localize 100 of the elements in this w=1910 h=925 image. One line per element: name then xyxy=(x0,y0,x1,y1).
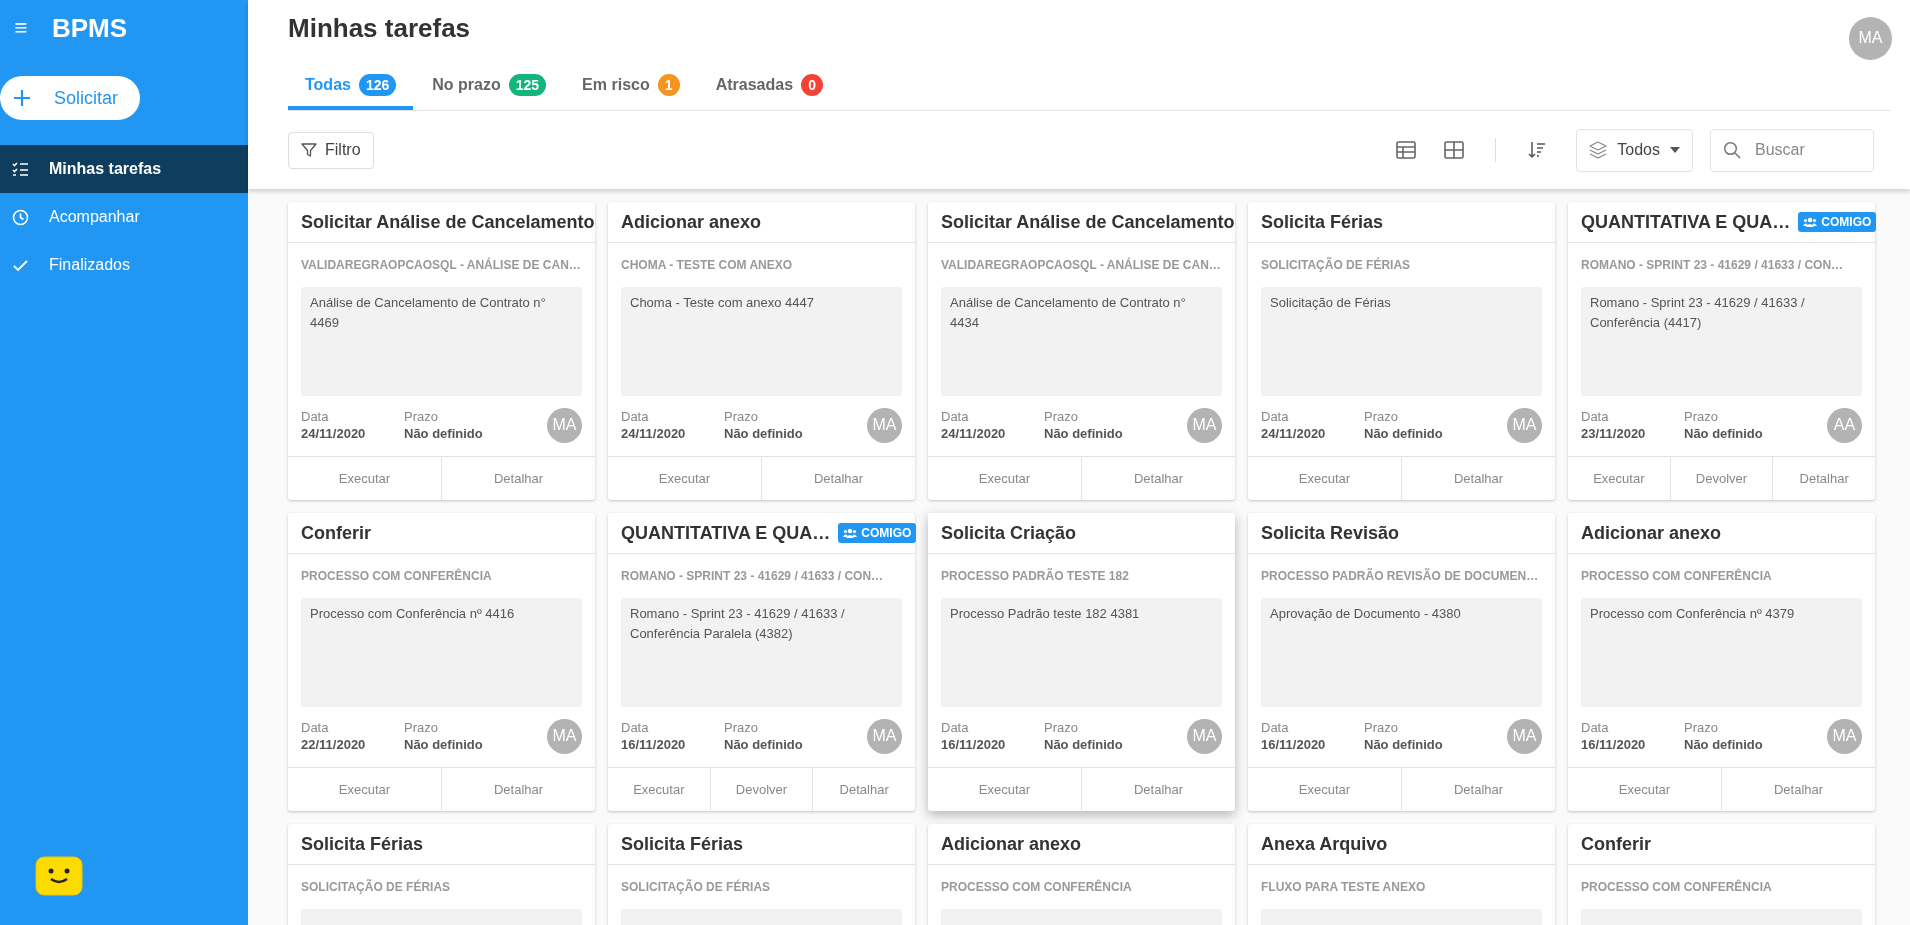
user-avatar: AA xyxy=(1827,407,1862,443)
description-box: Solicitação de Férias xyxy=(1261,287,1542,396)
action-button[interactable]: Executar xyxy=(288,768,441,811)
layers-icon xyxy=(1589,141,1608,159)
user-avatar: MA xyxy=(1507,718,1542,754)
grid-view-icon xyxy=(1444,141,1465,159)
count-badge: 126 xyxy=(358,74,397,96)
search-field[interactable]: Buscar xyxy=(1710,128,1874,172)
process-name: PROCESSO COM CONFERÊNCIA xyxy=(301,567,492,585)
action-button[interactable]: Detalhar xyxy=(1401,768,1555,811)
new-request-button[interactable]: Solicitar xyxy=(0,76,140,120)
search-icon xyxy=(1723,140,1741,159)
date-value: 24/11/2020 xyxy=(1261,424,1327,442)
date-label: Data xyxy=(941,408,970,425)
action-button[interactable]: Executar xyxy=(928,457,1081,500)
clock-icon xyxy=(12,208,29,226)
action-button[interactable]: Executar xyxy=(608,768,710,811)
description-box: Processo Padrão teste 182 4381 xyxy=(941,598,1222,707)
process-name: SOLICITAÇÃO DE FÉRIAS xyxy=(621,878,771,896)
date-value: 16/11/2020 xyxy=(1261,735,1327,753)
action-button[interactable]: Detalhar xyxy=(1081,768,1235,811)
deadline-value: Não definido xyxy=(1044,735,1124,753)
action-button[interactable]: Executar xyxy=(1568,768,1721,811)
user-avatar[interactable]: MA xyxy=(1849,16,1892,60)
description-box: Análise de Cancelamento de Contrato n° 4469 xyxy=(301,287,582,396)
count-badge: 125 xyxy=(508,74,547,96)
date-label: Data xyxy=(941,719,970,736)
process-name: PROCESSO COM CONFERÊNCIA xyxy=(1581,567,1772,585)
action-button[interactable]: Devolver xyxy=(1669,457,1773,500)
deadline-label: Prazo xyxy=(1364,408,1399,425)
action-button[interactable]: Detalhar xyxy=(761,457,915,500)
filter-tab[interactable]: Todas 126 xyxy=(288,64,414,110)
deadline-value: Não definido xyxy=(724,735,804,753)
action-button[interactable]: Detalhar xyxy=(1401,457,1555,500)
user-avatar: MA xyxy=(547,407,582,443)
action-button[interactable]: Detalhar xyxy=(1772,457,1875,500)
action-button[interactable]: Executar xyxy=(1568,457,1670,500)
process-name: CHOMA - TESTE COM ANEXO xyxy=(621,257,793,274)
description-box: Processo com Conferência nº 4416 xyxy=(301,598,582,707)
assignee-badge: COMIGO xyxy=(1798,212,1877,232)
date-value: 16/11/2020 xyxy=(1581,735,1647,753)
card-title: QUANTITATIVA E QUA… xyxy=(1581,210,1791,234)
caret-icon xyxy=(1670,147,1680,153)
date-value: 24/11/2020 xyxy=(941,424,1007,442)
filter-tab[interactable]: Atrasadas 0 xyxy=(698,64,841,110)
user-avatar: MA xyxy=(867,407,902,443)
deadline-value: Não definido xyxy=(1364,424,1444,442)
checklist-icon xyxy=(12,160,29,178)
deadline-value: Não definido xyxy=(404,424,484,442)
card-title: Solicita Férias xyxy=(1261,210,1385,234)
deadline-value: Não definido xyxy=(1684,424,1764,442)
action-button[interactable]: Executar xyxy=(928,768,1081,811)
action-button[interactable]: Detalhar xyxy=(812,768,915,811)
deadline-label: Prazo xyxy=(1684,719,1719,736)
action-button[interactable]: Detalhar xyxy=(1081,457,1235,500)
process-name: VALIDAREGRAOPCAOSQL - ANÁLISE DE CAN… xyxy=(301,256,581,274)
count-badge: 1 xyxy=(657,74,680,96)
process-name: ROMANO - SPRINT 23 - 41629 / 41633 / CON… xyxy=(621,568,884,585)
process-name: FLUXO PARA TESTE ANEXO xyxy=(1261,879,1426,896)
count-badge: 0 xyxy=(801,74,824,96)
description-box: Aprovação de Documento - 4380 xyxy=(1261,598,1542,707)
action-button[interactable]: Devolver xyxy=(709,768,813,811)
description-box: Romano - Sprint 23 - 41629 / 41633 / Conferência Paralela (4382) xyxy=(621,598,902,707)
deadline-value: Não definido xyxy=(1364,735,1444,753)
deadline-label: Prazo xyxy=(1364,719,1399,736)
process-name: SOLICITAÇÃO DE FÉRIAS xyxy=(1261,256,1411,274)
sidebar-item[interactable]: Minhas tarefas xyxy=(0,145,248,193)
app-title: BPMS xyxy=(52,11,128,45)
action-button[interactable]: Detalhar xyxy=(441,457,595,500)
menu-button[interactable]: ≡ xyxy=(12,17,30,39)
filter-button[interactable]: Filtro xyxy=(288,131,374,169)
action-button[interactable]: Detalhar xyxy=(1721,768,1875,811)
action-button[interactable]: Executar xyxy=(288,457,441,500)
date-label: Data xyxy=(301,408,330,425)
action-button[interactable]: Executar xyxy=(1248,457,1401,500)
date-label: Data xyxy=(301,719,330,736)
layer-select[interactable]: Todos xyxy=(1576,128,1693,172)
filter-tab[interactable]: Em risco 1 xyxy=(565,64,697,110)
page-title: Minhas tarefas xyxy=(288,11,471,45)
plus-icon xyxy=(12,88,32,108)
action-button[interactable]: Executar xyxy=(1248,768,1401,811)
card-title: Adicionar anexo xyxy=(941,832,1083,856)
date-value: 24/11/2020 xyxy=(301,424,367,442)
assignee-badge: COMIGO xyxy=(838,523,917,543)
card-title: Adicionar anexo xyxy=(621,210,763,234)
card-title: Conferir xyxy=(1581,832,1652,856)
deadline-label: Prazo xyxy=(724,719,759,736)
filter-tab[interactable]: No prazo 125 xyxy=(415,64,564,110)
process-name: ROMANO - SPRINT 23 - 41629 / 41633 / CON… xyxy=(1581,257,1844,274)
chat-bubble-icon xyxy=(34,855,86,899)
date-label: Data xyxy=(621,408,650,425)
action-button[interactable]: Executar xyxy=(608,457,761,500)
process-name: SOLICITAÇÃO DE FÉRIAS xyxy=(301,878,451,896)
user-avatar: MA xyxy=(1507,407,1542,443)
sidebar-item[interactable]: Finalizados xyxy=(0,241,248,289)
action-button[interactable]: Detalhar xyxy=(441,768,595,811)
description-box: Análise de Cancelamento de Contrato n° 4434 xyxy=(941,287,1222,396)
process-name: VALIDAREGRAOPCAOSQL - ANÁLISE DE CAN… xyxy=(941,256,1221,274)
sidebar-item[interactable]: Acompanhar xyxy=(0,193,248,241)
card-title: Solicita Férias xyxy=(301,832,425,856)
